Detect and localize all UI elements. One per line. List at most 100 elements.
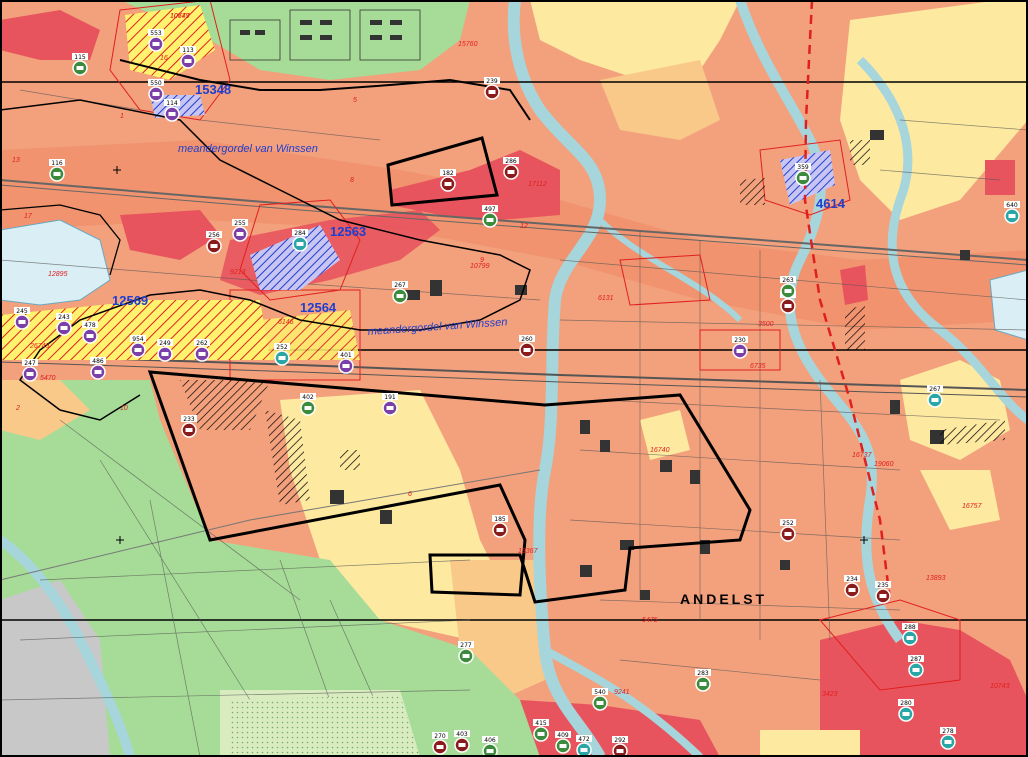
feature-number-label: 1 — [120, 113, 124, 120]
map-marker[interactable]: 286 — [503, 157, 519, 180]
zone-red-east-small — [985, 160, 1015, 195]
map-marker[interactable]: 263 — [780, 276, 796, 299]
map-marker[interactable]: 409 — [555, 731, 571, 754]
map-marker[interactable]: 260 — [519, 335, 535, 358]
map-marker[interactable]: 497 — [482, 205, 498, 228]
map-marker[interactable]: 284 — [292, 229, 308, 252]
marker-label: 252 — [782, 520, 794, 527]
id-label-c: 12569 — [112, 293, 148, 308]
map-marker[interactable]: 553 — [148, 29, 164, 52]
feature-number-label: 13 — [12, 157, 20, 164]
map-marker[interactable]: 277 — [458, 641, 474, 664]
marker-label: 116 — [51, 160, 63, 167]
map-marker[interactable]: 114 — [164, 99, 180, 122]
marker-label: 243 — [58, 314, 70, 321]
map-marker[interactable]: 249 — [157, 339, 173, 362]
marker-label: 402 — [302, 394, 314, 401]
map-marker[interactable]: 252 — [780, 519, 796, 542]
map-marker[interactable]: 262 — [194, 339, 210, 362]
marker-label: 540 — [594, 689, 606, 696]
map-marker[interactable]: 239 — [484, 77, 500, 100]
feature-number-label: 10743 — [990, 683, 1010, 690]
hatched-zone-black-3 — [340, 450, 360, 470]
marker-label: 283 — [697, 670, 709, 677]
feature-number-label: 17112 — [528, 181, 547, 188]
map-canvas[interactable]: meandergordel van Winssen meandergordel … — [0, 0, 1028, 757]
map-marker[interactable]: 247 — [22, 359, 38, 382]
map-marker[interactable]: 182 — [440, 169, 456, 192]
marker-symbol-icon — [458, 743, 466, 747]
marker-symbol-icon — [931, 398, 939, 402]
feature-number-label: 3500 — [758, 321, 774, 328]
feature-number-label: 5 — [353, 97, 357, 104]
feature-number-label: 16737 — [852, 452, 873, 459]
feature-number-label: 10799 — [470, 263, 490, 270]
marker-label: 954 — [132, 336, 144, 343]
map-marker[interactable]: 415 — [533, 719, 549, 742]
id-label-e: 4614 — [816, 196, 846, 211]
map-marker[interactable]: 472 — [576, 735, 592, 757]
marker-symbol-icon — [848, 588, 856, 592]
map-marker[interactable]: 256 — [206, 231, 222, 254]
map-marker[interactable]: 245 — [14, 307, 30, 330]
marker-symbol-icon — [76, 66, 84, 70]
marker-label: 292 — [614, 737, 626, 744]
marker-symbol-icon — [784, 532, 792, 536]
map-marker[interactable]: 288 — [902, 623, 918, 646]
marker-symbol-icon — [699, 682, 707, 686]
map-marker[interactable]: 287 — [908, 655, 924, 678]
marker-symbol-icon — [26, 372, 34, 376]
marker-symbol-icon — [296, 242, 304, 246]
marker-symbol-icon — [386, 406, 394, 410]
map-marker[interactable]: 402 — [300, 393, 316, 416]
feature-number-label: 17 — [24, 213, 33, 220]
marker-label: 245 — [16, 308, 28, 315]
map-marker[interactable]: 243 — [56, 313, 72, 336]
map-marker[interactable]: 267 — [392, 281, 408, 304]
marker-label: 472 — [578, 736, 590, 743]
marker-symbol-icon — [86, 334, 94, 338]
map-marker[interactable]: 233 — [181, 415, 197, 438]
map-marker[interactable]: 234 — [844, 575, 860, 598]
map-marker[interactable]: 230 — [732, 336, 748, 359]
map-marker[interactable]: 113 — [180, 46, 196, 69]
id-label-d: 12564 — [300, 300, 337, 315]
map-marker[interactable]: 235 — [875, 581, 891, 604]
map-marker[interactable]: 191 — [382, 393, 398, 416]
hatched-zone-black-5 — [845, 305, 865, 350]
map-marker[interactable]: 283 — [695, 669, 711, 692]
map-marker[interactable]: 267 — [927, 385, 943, 408]
map-marker[interactable]: 270 — [432, 732, 448, 755]
map-marker[interactable]: 280 — [898, 699, 914, 722]
map-marker[interactable]: 406 — [482, 736, 498, 757]
map-marker[interactable]: 640 — [1004, 201, 1020, 224]
map-marker[interactable]: 540 — [592, 688, 608, 711]
marker-label: 401 — [340, 352, 352, 359]
marker-symbol-icon — [161, 352, 169, 356]
map-marker[interactable]: 116 — [49, 159, 65, 182]
hatched-zone-black-7 — [850, 140, 870, 165]
marker-label: 230 — [734, 337, 746, 344]
map-marker[interactable]: 292 — [612, 736, 628, 757]
marker-label: 287 — [910, 656, 922, 663]
map-marker[interactable]: 478 — [82, 321, 98, 344]
marker-symbol-icon — [486, 749, 494, 753]
map-marker[interactable]: 954 — [130, 335, 146, 358]
map-marker[interactable]: 255 — [232, 219, 248, 242]
marker-label: 640 — [1006, 202, 1018, 209]
feature-number-label: 5470 — [40, 375, 56, 382]
map-marker[interactable]: 550 — [148, 79, 164, 102]
map-marker[interactable]: 185 — [492, 515, 508, 538]
marker-symbol-icon — [304, 406, 312, 410]
marker-symbol-icon — [580, 748, 588, 752]
map-marker[interactable]: 278 — [940, 727, 956, 750]
map-marker[interactable]: 403 — [454, 730, 470, 753]
map-marker[interactable]: 401 — [338, 351, 354, 374]
marker-symbol-icon — [184, 59, 192, 63]
map-marker[interactable]: 115 — [72, 53, 88, 76]
map-marker[interactable]: 486 — [90, 357, 106, 380]
marker-symbol-icon — [784, 289, 792, 293]
map-marker[interactable]: 252 — [274, 343, 290, 366]
map-marker[interactable]: 359 — [795, 163, 811, 186]
marker-label: 235 — [877, 582, 889, 589]
